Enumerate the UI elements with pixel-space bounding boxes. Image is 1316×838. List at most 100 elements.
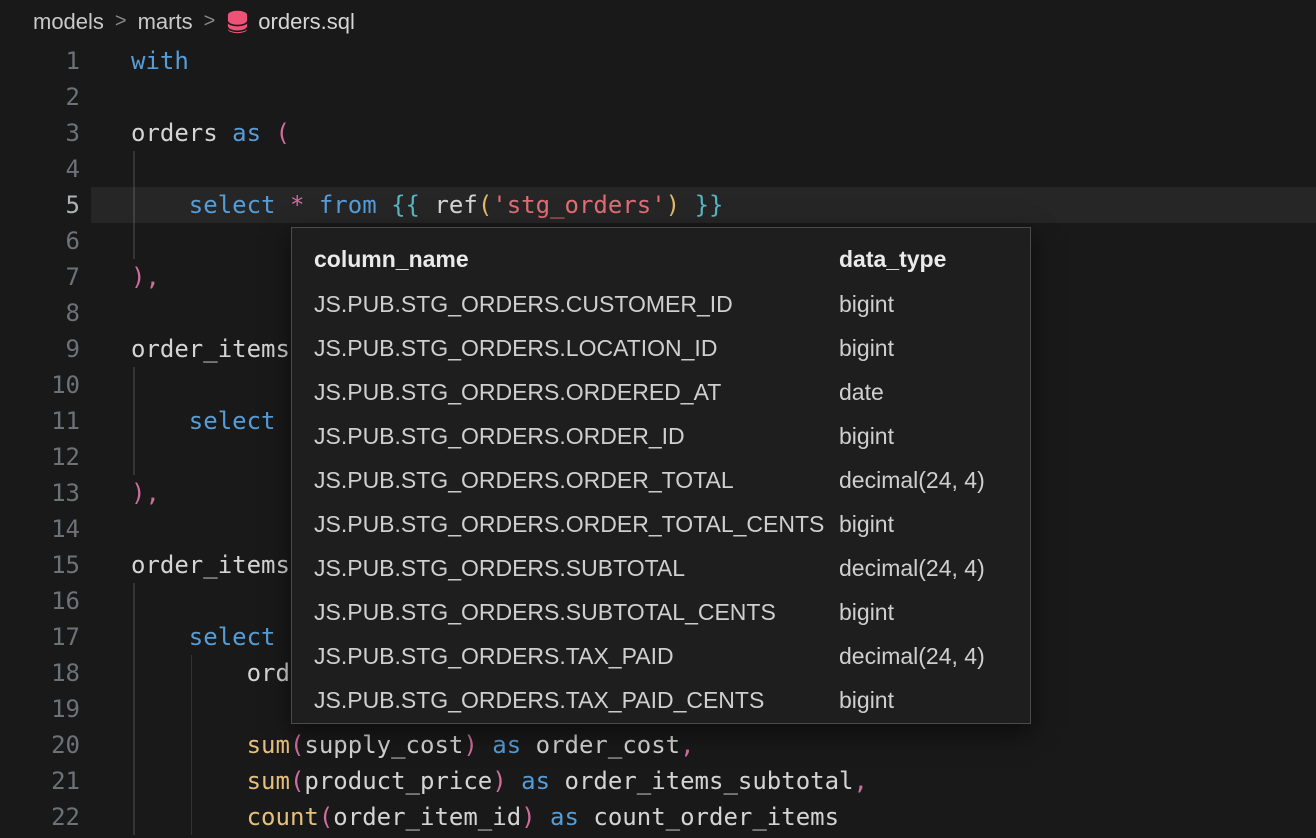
database-icon [226,9,249,35]
code-token [478,731,492,759]
code-token: order_item_id [333,803,521,831]
code-text: orders as ( [131,119,290,147]
indent-guide [191,691,193,727]
column-row: JS.PUB.STG_ORDERS.SUBTOTAL_CENTSbigint [314,590,1008,634]
code-token: supply_cost [304,731,463,759]
indent-guide [191,763,193,799]
line-number: 18 [0,655,80,691]
indent-guide [133,799,135,835]
data-type-cell: decimal(24, 4) [839,467,1008,494]
indent-guide [133,583,135,619]
code-token: sum [247,731,290,759]
line-number: 13 [0,475,80,511]
column-name-cell: JS.PUB.STG_ORDERS.ORDER_ID [314,423,839,450]
code-text: select [131,407,276,435]
code-line[interactable]: 4 [0,151,1316,187]
line-number: 4 [0,151,80,187]
indent-guide [133,727,135,763]
column-row: JS.PUB.STG_ORDERS.TAX_PAIDdecimal(24, 4) [314,634,1008,678]
code-token: as [492,731,521,759]
column-name-cell: JS.PUB.STG_ORDERS.CUSTOMER_ID [314,291,839,318]
code-token: ref [434,191,477,219]
indent-guide [133,223,135,259]
column-name-cell: JS.PUB.STG_ORDERS.ORDER_TOTAL_CENTS [314,511,839,538]
data-type-cell: bigint [839,335,1008,362]
code-token: count [247,803,319,831]
code-line[interactable]: 5 select * from {{ ref('stg_orders') }} [0,187,1316,223]
code-token [131,623,189,651]
code-token [131,407,189,435]
column-name-cell: JS.PUB.STG_ORDERS.ORDERED_AT [314,379,839,406]
code-token [536,803,550,831]
indent-guide [133,439,135,475]
line-number: 19 [0,691,80,727]
column-name-cell: JS.PUB.STG_ORDERS.ORDER_TOTAL [314,467,839,494]
code-text: select * from {{ ref('stg_orders') }} [131,191,723,219]
column-name-cell: JS.PUB.STG_ORDERS.SUBTOTAL [314,555,839,582]
column-row: JS.PUB.STG_ORDERS.ORDERED_ATdate [314,370,1008,414]
line-number: 15 [0,547,80,583]
indent-guide [133,151,135,187]
line-number: 2 [0,79,80,115]
line-number: 5 [0,187,80,223]
popup-header-column-name: column_name [314,246,839,273]
code-token [579,803,593,831]
code-token: sum [247,767,290,795]
line-number: 20 [0,727,80,763]
line-number: 16 [0,583,80,619]
column-row: JS.PUB.STG_ORDERS.ORDER_TOTAL_CENTSbigin… [314,502,1008,546]
code-token: ( [478,191,492,219]
code-token [261,119,275,147]
code-token [377,191,391,219]
breadcrumb-item-models[interactable]: models [33,9,104,35]
code-token: select [189,191,276,219]
line-number: 9 [0,331,80,367]
indent-guide [133,403,135,439]
code-text: ord [131,659,290,687]
breadcrumb-separator: > [204,10,216,33]
code-line[interactable]: 3orders as ( [0,115,1316,151]
code-token: 'stg_orders' [492,191,665,219]
line-number: 17 [0,619,80,655]
code-token: from [319,191,377,219]
code-line[interactable]: 20 sum(supply_cost) as order_cost, [0,727,1316,763]
code-token: , [854,767,868,795]
code-token: * [290,191,304,219]
code-text: ), [131,479,160,507]
code-line[interactable]: 2 [0,79,1316,115]
code-line[interactable]: 22 count(order_item_id) as count_order_i… [0,799,1316,835]
code-token: as [550,803,579,831]
breadcrumb-item-file[interactable]: orders.sql [258,9,355,35]
code-token: }} [695,191,724,219]
code-token: {{ [391,191,420,219]
indent-guide [133,763,135,799]
data-type-cell: date [839,379,1008,406]
code-token: as [521,767,550,795]
code-token: as [232,119,261,147]
code-token: ord [131,659,290,687]
breadcrumb-item-marts[interactable]: marts [138,9,193,35]
code-token [276,191,290,219]
code-token: count_order_items [593,803,839,831]
code-token [131,767,247,795]
code-token: ( [276,119,290,147]
code-token [131,191,189,219]
indent-guide [133,187,135,223]
indent-guide [191,799,193,835]
line-number: 22 [0,799,80,835]
code-line[interactable]: 1 with [0,43,1316,79]
column-row: JS.PUB.STG_ORDERS.LOCATION_IDbigint [314,326,1008,370]
column-row: JS.PUB.STG_ORDERS.TAX_PAID_CENTSbigint [314,678,1008,722]
code-token: , [680,731,694,759]
code-line[interactable]: 21 sum(product_price) as order_items_sub… [0,763,1316,799]
code-text: with [131,47,189,75]
line-number: 10 [0,367,80,403]
dbt-ide-editor: models > marts > orders.sql 1with23order… [0,0,1316,838]
line-number: 7 [0,259,80,295]
code-token: ( [290,731,304,759]
column-name-cell: JS.PUB.STG_ORDERS.TAX_PAID [314,643,839,670]
column-row: JS.PUB.STG_ORDERS.ORDER_TOTALdecimal(24,… [314,458,1008,502]
code-token: ( [290,767,304,795]
popup-rows: JS.PUB.STG_ORDERS.CUSTOMER_IDbigintJS.PU… [314,282,1008,722]
line-number: 1 [0,43,80,79]
